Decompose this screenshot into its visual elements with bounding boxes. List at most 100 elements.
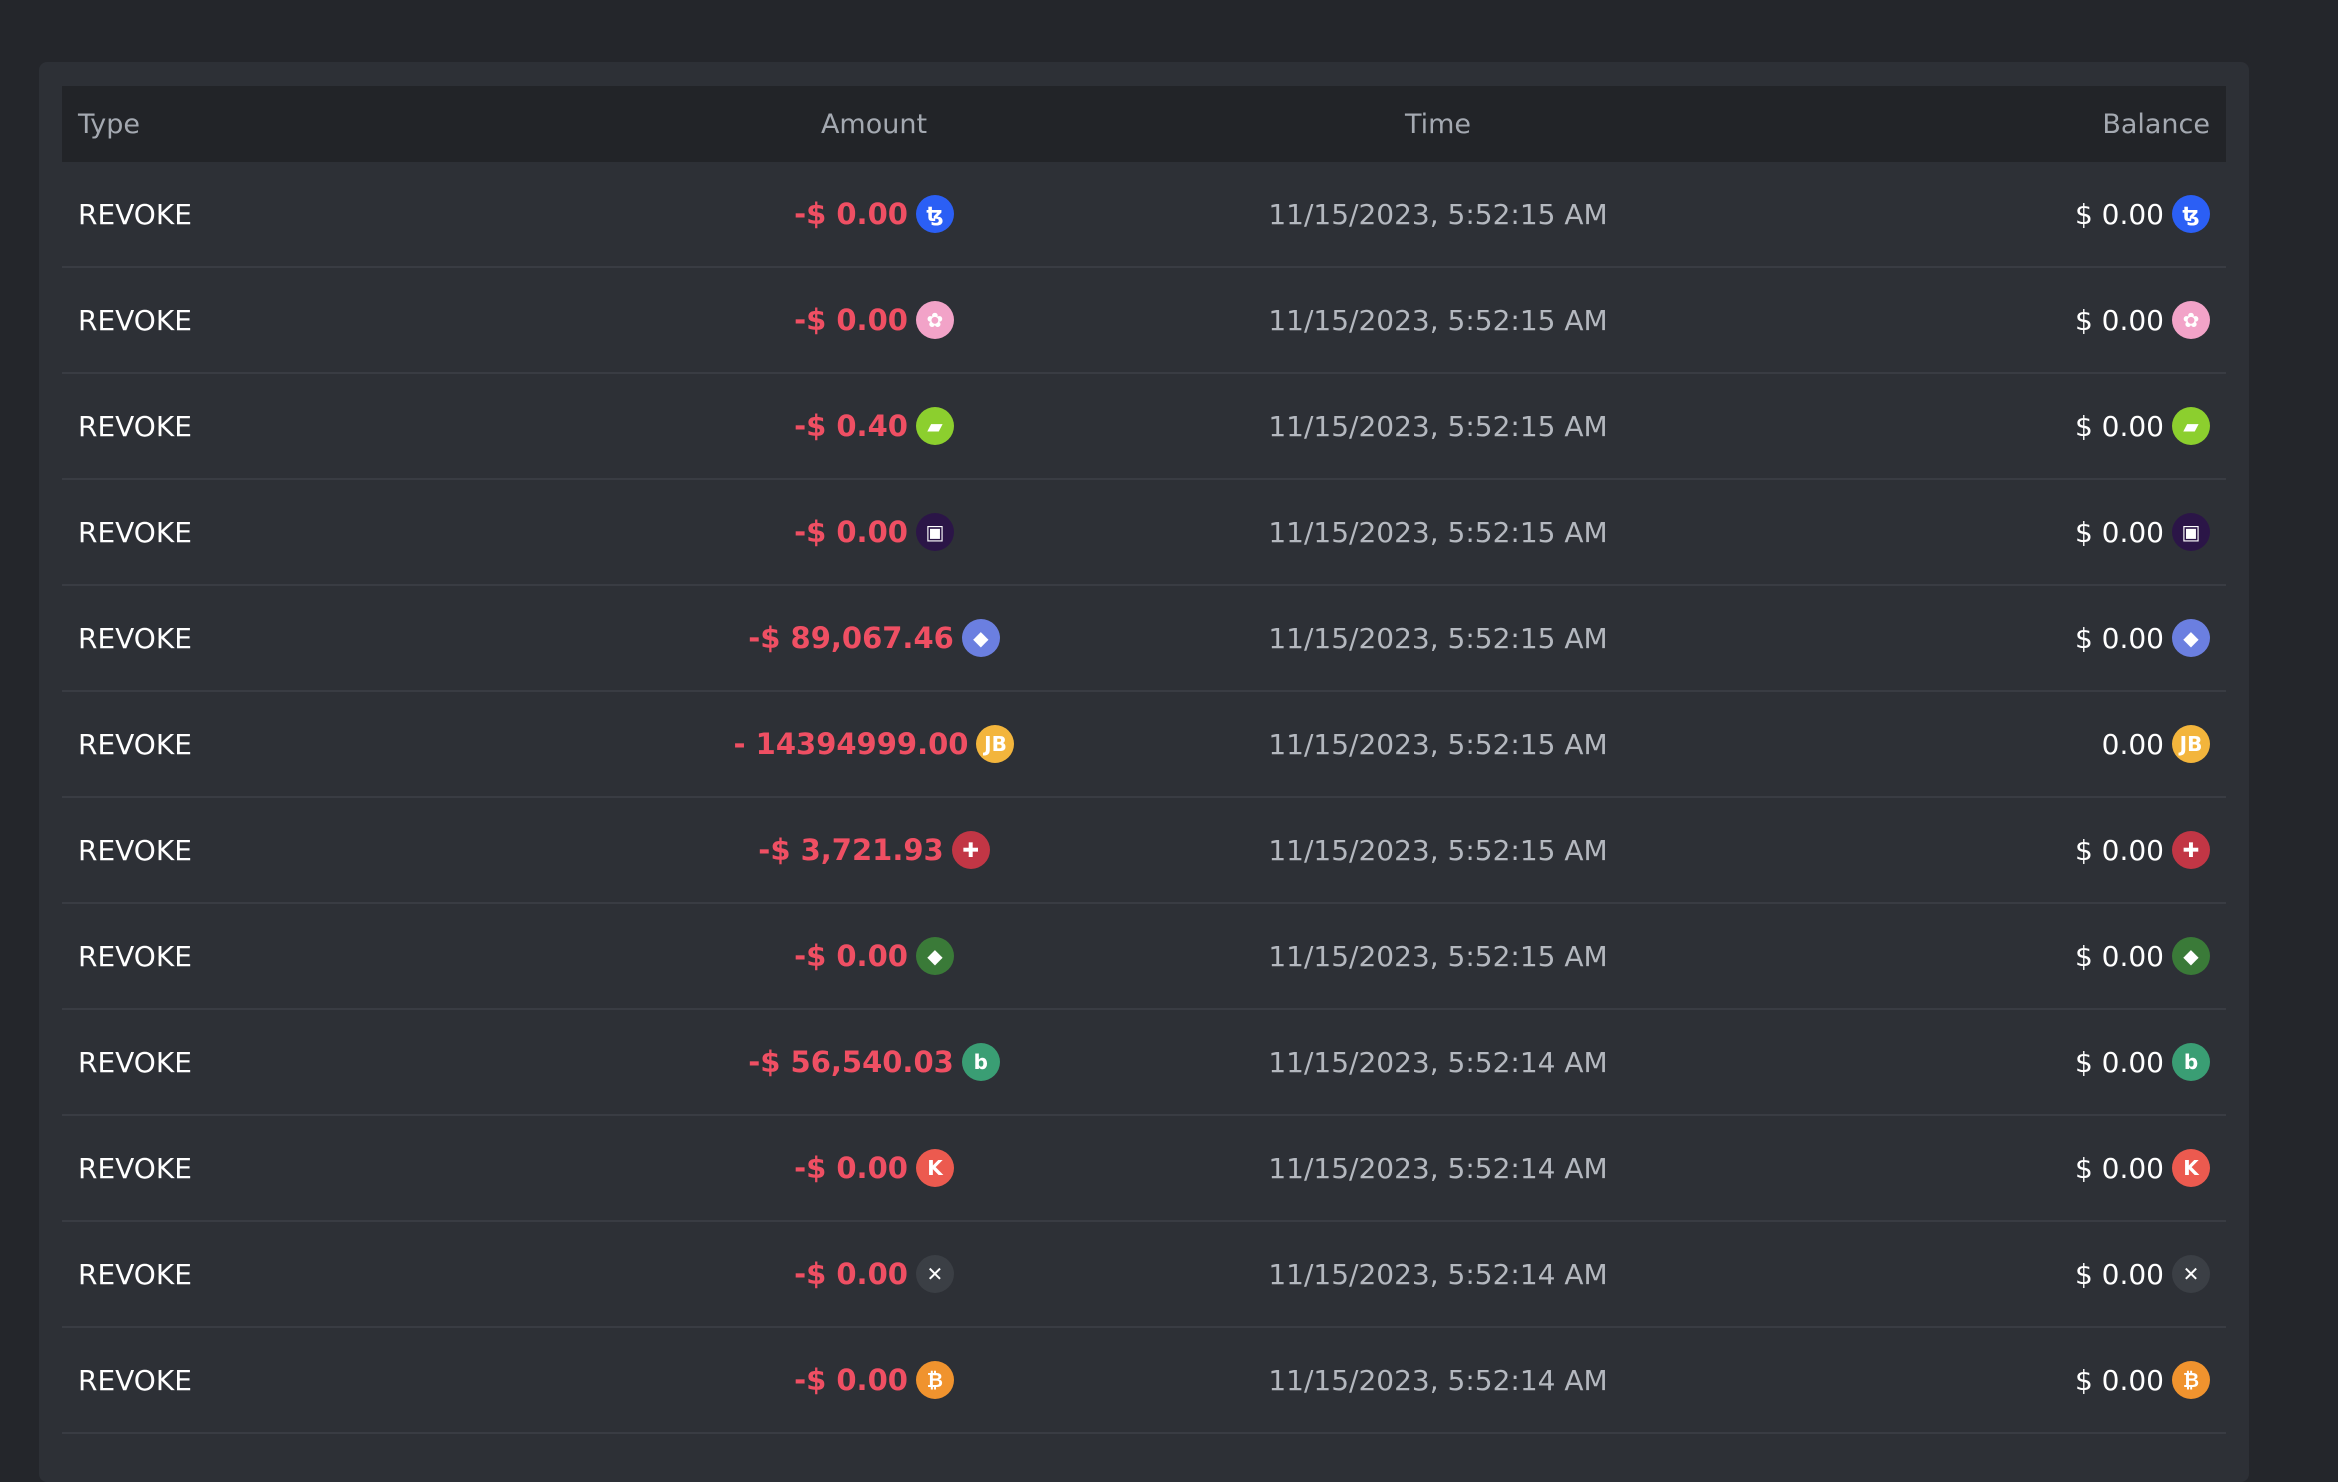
row-type-cell: REVOKE — [62, 1152, 592, 1185]
row-amount-cell: -$ 0.00 ✕ — [592, 1255, 1156, 1293]
pirate-character-icon: ✕ — [2172, 1255, 2210, 1293]
transaction-type: REVOKE — [78, 621, 192, 655]
row-amount-cell: -$ 0.00 ₿ — [592, 1361, 1156, 1399]
transaction-balance: $ 0.00 — [2074, 939, 2164, 973]
transaction-type: REVOKE — [78, 197, 192, 231]
row-type-cell: REVOKE — [62, 940, 592, 973]
table-row[interactable]: REVOKE -$ 0.40 ▰ 11/15/2023, 5:52:15 AM $ 0.… — [62, 374, 2226, 480]
transaction-time: 11/15/2023, 5:52:14 AM — [1268, 1045, 1608, 1079]
square-frame-icon: ▣ — [2172, 513, 2210, 551]
row-time-cell: 11/15/2023, 5:52:15 AM — [1156, 198, 1720, 231]
jb-coin-icon: JB — [2172, 725, 2210, 763]
row-type-cell: REVOKE — [62, 198, 592, 231]
row-type-cell: REVOKE — [62, 1046, 592, 1079]
transaction-balance: $ 0.00 — [2074, 621, 2164, 655]
transaction-balance: $ 0.00 — [2074, 833, 2164, 867]
ethereum-classic-icon: ◆ — [915, 937, 954, 975]
transaction-amount: -$ 0.40 — [794, 409, 908, 443]
transaction-type: REVOKE — [78, 1045, 192, 1079]
transaction-balance: $ 0.00 — [2074, 515, 2164, 549]
row-type-cell: REVOKE — [62, 1364, 592, 1397]
transaction-type: REVOKE — [78, 303, 192, 337]
row-amount-cell: -$ 0.00 ✿ — [592, 301, 1156, 339]
transaction-type: REVOKE — [78, 1151, 192, 1185]
jb-coin-icon: JB — [976, 725, 1015, 763]
transaction-type: REVOKE — [78, 939, 192, 973]
k-coin-icon: K — [915, 1149, 954, 1187]
table-row[interactable]: REVOKE -$ 0.00 ₿ 11/15/2023, 5:52:14 AM $ 0.… — [62, 1328, 2226, 1434]
row-balance-cell: $ 0.00 ꜩ — [1720, 195, 2226, 233]
row-time-cell: 11/15/2023, 5:52:15 AM — [1156, 834, 1720, 867]
transaction-balance: $ 0.00 — [2074, 1257, 2164, 1291]
row-balance-cell: $ 0.00 b — [1720, 1043, 2226, 1081]
table-row[interactable]: REVOKE -$ 0.00 ✕ 11/15/2023, 5:52:14 AM $ 0.… — [62, 1222, 2226, 1328]
transaction-type: REVOKE — [78, 1257, 192, 1291]
row-type-cell: REVOKE — [62, 1258, 592, 1291]
transaction-time: 11/15/2023, 5:52:14 AM — [1268, 1257, 1608, 1291]
transaction-amount: -$ 0.00 — [794, 197, 908, 231]
table-row[interactable]: REVOKE -$ 56,540.03 b 11/15/2023, 5:52:14 A… — [62, 1010, 2226, 1116]
row-amount-cell: - 14394999.00 JB — [592, 725, 1156, 763]
transaction-amount: -$ 0.00 — [794, 303, 908, 337]
row-amount-cell: -$ 0.40 ▰ — [592, 407, 1156, 445]
transaction-amount: -$ 0.00 — [794, 1363, 908, 1397]
b-coin-icon: b — [961, 1043, 1000, 1081]
transaction-type: REVOKE — [78, 727, 192, 761]
row-time-cell: 11/15/2023, 5:52:14 AM — [1156, 1364, 1720, 1397]
row-time-cell: 11/15/2023, 5:52:15 AM — [1156, 410, 1720, 443]
row-time-cell: 11/15/2023, 5:52:15 AM — [1156, 304, 1720, 337]
table-row[interactable]: REVOKE -$ 0.00 ◆ 11/15/2023, 5:52:15 AM $ 0.… — [62, 904, 2226, 1010]
row-amount-cell: -$ 0.00 ꜩ — [592, 195, 1156, 233]
transactions-panel: Type Amount Time Balance REVOKE -$ 0.00 ꜩ 1… — [39, 62, 2249, 1482]
transaction-time: 11/15/2023, 5:52:14 AM — [1268, 1363, 1608, 1397]
tezos-icon: ꜩ — [915, 195, 954, 233]
transaction-time: 11/15/2023, 5:52:15 AM — [1268, 197, 1608, 231]
table-row[interactable]: REVOKE - 14394999.00 JB 11/15/2023, 5:52:15… — [62, 692, 2226, 798]
table-row[interactable]: REVOKE -$ 89,067.46 ◆ 11/15/2023, 5:52:15 A… — [62, 586, 2226, 692]
row-balance-cell: $ 0.00 ◆ — [1720, 619, 2226, 657]
row-type-cell: REVOKE — [62, 304, 592, 337]
transaction-time: 11/15/2023, 5:52:15 AM — [1268, 833, 1608, 867]
row-time-cell: 11/15/2023, 5:52:15 AM — [1156, 516, 1720, 549]
row-balance-cell: $ 0.00 ◆ — [1720, 937, 2226, 975]
red-puzzle-icon: ✚ — [951, 831, 990, 869]
transaction-amount: - 14394999.00 — [733, 727, 969, 761]
transaction-balance: $ 0.00 — [2074, 409, 2164, 443]
header-amount: Amount — [820, 108, 928, 140]
row-balance-cell: $ 0.00 ₿ — [1720, 1361, 2226, 1399]
header-type: Type — [78, 108, 141, 140]
row-time-cell: 11/15/2023, 5:52:15 AM — [1156, 940, 1720, 973]
transaction-type: REVOKE — [78, 409, 192, 443]
transaction-time: 11/15/2023, 5:52:15 AM — [1268, 409, 1608, 443]
row-type-cell: REVOKE — [62, 834, 592, 867]
table-row[interactable]: REVOKE -$ 0.00 ꜩ 11/15/2023, 5:52:15 AM $ 0.… — [62, 162, 2226, 268]
green-ticket-icon: ▰ — [915, 407, 954, 445]
transaction-amount: -$ 0.00 — [794, 515, 908, 549]
table-row[interactable]: REVOKE -$ 0.00 ✿ 11/15/2023, 5:52:15 AM $ 0.… — [62, 268, 2226, 374]
transaction-amount: -$ 89,067.46 — [748, 621, 954, 655]
transactions-table: Type Amount Time Balance REVOKE -$ 0.00 ꜩ 1… — [62, 86, 2226, 1434]
green-ticket-icon: ▰ — [2172, 407, 2210, 445]
table-row[interactable]: REVOKE -$ 3,721.93 ✚ 11/15/2023, 5:52:15 AM… — [62, 798, 2226, 904]
table-row[interactable]: REVOKE -$ 0.00 ▣ 11/15/2023, 5:52:15 AM $ 0.… — [62, 480, 2226, 586]
ethereum-icon: ◆ — [2172, 619, 2210, 657]
row-balance-cell: $ 0.00 ✚ — [1720, 831, 2226, 869]
pirate-character-icon: ✕ — [915, 1255, 954, 1293]
header-time: Time — [1404, 108, 1472, 140]
transaction-type: REVOKE — [78, 1363, 192, 1397]
tezos-icon: ꜩ — [2172, 195, 2210, 233]
header-balance: Balance — [2102, 108, 2210, 140]
transaction-time: 11/15/2023, 5:52:15 AM — [1268, 515, 1608, 549]
transaction-balance: $ 0.00 — [2074, 1151, 2164, 1185]
transaction-balance: $ 0.00 — [2074, 1363, 2164, 1397]
row-amount-cell: -$ 0.00 ▣ — [592, 513, 1156, 551]
table-header: Type Amount Time Balance — [62, 86, 2226, 162]
ethereum-classic-icon: ◆ — [2172, 937, 2210, 975]
row-balance-cell: $ 0.00 ▰ — [1720, 407, 2226, 445]
row-type-cell: REVOKE — [62, 728, 592, 761]
row-type-cell: REVOKE — [62, 410, 592, 443]
table-row[interactable]: REVOKE -$ 0.00 K 11/15/2023, 5:52:14 AM $ 0.… — [62, 1116, 2226, 1222]
transaction-time: 11/15/2023, 5:52:15 AM — [1268, 621, 1608, 655]
transaction-type: REVOKE — [78, 515, 192, 549]
row-balance-cell: $ 0.00 ▣ — [1720, 513, 2226, 551]
